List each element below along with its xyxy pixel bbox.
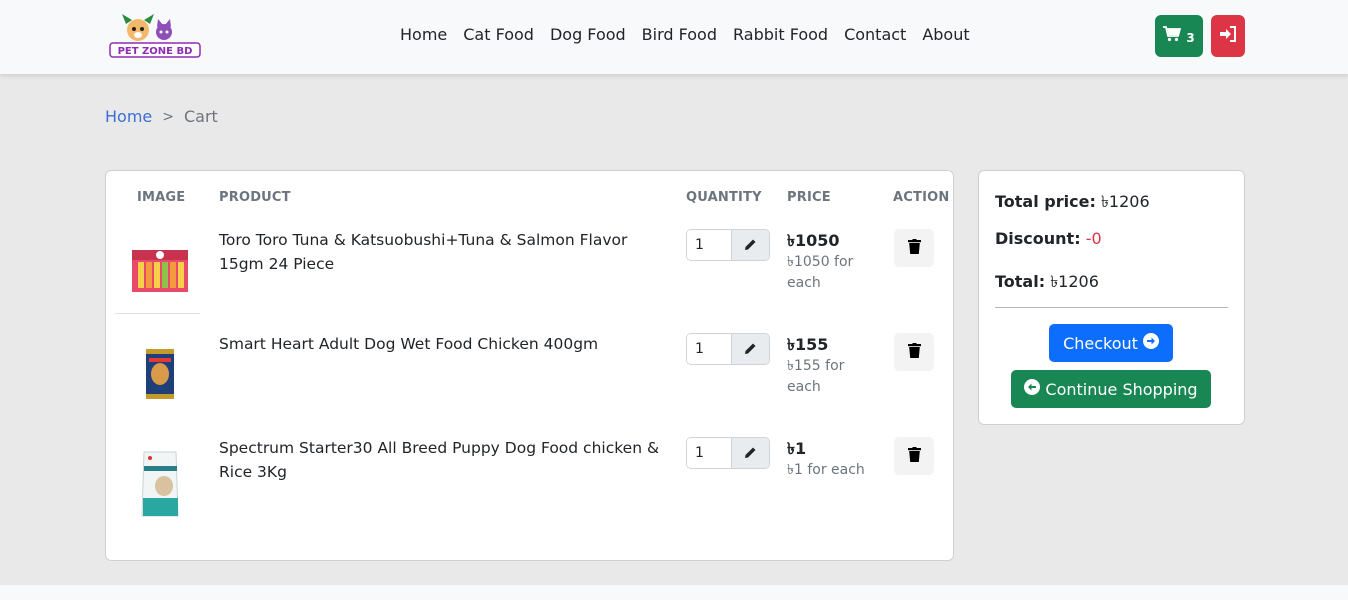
arrow-circle-right-icon (1142, 333, 1159, 353)
quantity-group (686, 333, 770, 365)
total-value: ৳1206 (1050, 272, 1099, 291)
total-price-label: Total price: (995, 192, 1096, 211)
total-price-line: Total price: ৳1206 (995, 189, 1150, 216)
total-price-value: ৳1206 (1100, 192, 1150, 211)
nav-about[interactable]: About (922, 24, 969, 46)
product-name[interactable]: Smart Heart Adult Dog Wet Food Chicken 4… (219, 332, 674, 356)
cart-table-card: IMAGE PRODUCT QUANTITY PRICE ACTION Toro… (105, 170, 954, 561)
item-price: ৳1 (787, 439, 807, 458)
total-line: Total: ৳1206 (995, 269, 1099, 296)
nav-rabbit-food[interactable]: Rabbit Food (733, 24, 828, 46)
pet-zone-logo[interactable]: PET ZONE BD (108, 14, 202, 58)
item-price: ৳155 (787, 335, 829, 354)
table-row: Smart Heart Adult Dog Wet Food Chicken 4… (106, 328, 955, 432)
cart-icon (1163, 26, 1182, 46)
item-unit-price: ৳1050 for each (787, 254, 854, 291)
logo-text: PET ZONE BD (118, 46, 193, 57)
cart-count-badge: 3 (1186, 30, 1195, 45)
header-product: PRODUCT (219, 190, 291, 205)
update-quantity-button[interactable] (731, 438, 769, 468)
item-unit-price: ৳1 for each (787, 462, 865, 478)
table-row: Spectrum Starter30 All Breed Puppy Dog F… (106, 432, 955, 536)
header-image: IMAGE (137, 190, 186, 205)
checkout-label: Checkout (1063, 333, 1138, 353)
nav-dog-food[interactable]: Dog Food (550, 24, 626, 46)
update-quantity-button[interactable] (731, 230, 769, 260)
breadcrumb-separator: > (162, 108, 174, 125)
quantity-input[interactable] (687, 230, 731, 260)
delete-item-button[interactable] (894, 437, 934, 475)
total-label: Total: (995, 272, 1046, 291)
header-price: PRICE (787, 190, 831, 205)
pencil-icon (744, 444, 757, 463)
row-divider (115, 313, 200, 314)
trash-icon (907, 446, 921, 466)
item-price: ৳1050 (787, 231, 840, 250)
main-nav: Home Cat Food Dog Food Bird Food Rabbit … (400, 24, 986, 46)
delete-item-button[interactable] (894, 229, 934, 267)
dog-food-can-image[interactable] (130, 344, 190, 404)
product-name[interactable]: Spectrum Starter30 All Breed Puppy Dog F… (219, 436, 674, 484)
delete-item-button[interactable] (894, 333, 934, 371)
footer-strip (0, 585, 1348, 600)
breadcrumb: Home > Cart (105, 107, 218, 126)
continue-shopping-label: Continue Shopping (1045, 379, 1198, 399)
top-navbar: PET ZONE BD Home Cat Food Dog Food Bird … (0, 0, 1348, 74)
continue-shopping-button[interactable]: Continue Shopping (1011, 370, 1211, 408)
header-action: ACTION (893, 190, 950, 205)
login-button[interactable] (1211, 15, 1245, 57)
sign-in-icon (1219, 26, 1237, 46)
header-quantity: QUANTITY (686, 190, 762, 205)
breadcrumb-current: Cart (183, 107, 218, 126)
discount-line: Discount: -0 (995, 229, 1102, 248)
cart-button[interactable]: 3 (1155, 15, 1203, 57)
trash-icon (907, 342, 921, 362)
table-row: Toro Toro Tuna & Katsuobushi+Tuna & Salm… (106, 224, 955, 328)
checkout-button[interactable]: Checkout (1049, 324, 1173, 362)
nav-bird-food[interactable]: Bird Food (642, 24, 717, 46)
quantity-group (686, 229, 770, 261)
quantity-input[interactable] (687, 438, 731, 468)
cat-treat-pack-image[interactable] (130, 240, 190, 300)
quantity-group (686, 437, 770, 469)
order-summary-card: Total price: ৳1206 Discount: -0 Total: ৳… (978, 170, 1245, 425)
puppy-food-bag-image[interactable] (130, 448, 190, 517)
summary-divider (995, 307, 1228, 308)
nav-home[interactable]: Home (400, 24, 447, 46)
nav-cat-food[interactable]: Cat Food (463, 24, 534, 46)
quantity-input[interactable] (687, 334, 731, 364)
arrow-circle-left-icon (1024, 379, 1041, 399)
breadcrumb-home-link[interactable]: Home (105, 107, 152, 126)
discount-label: Discount: (995, 229, 1081, 248)
item-unit-price: ৳155 for each (787, 358, 845, 395)
pencil-icon (744, 340, 757, 359)
discount-value: -0 (1085, 229, 1102, 248)
update-quantity-button[interactable] (731, 334, 769, 364)
product-name[interactable]: Toro Toro Tuna & Katsuobushi+Tuna & Salm… (219, 228, 674, 276)
pencil-icon (744, 236, 757, 255)
trash-icon (907, 238, 921, 258)
nav-contact[interactable]: Contact (844, 24, 906, 46)
